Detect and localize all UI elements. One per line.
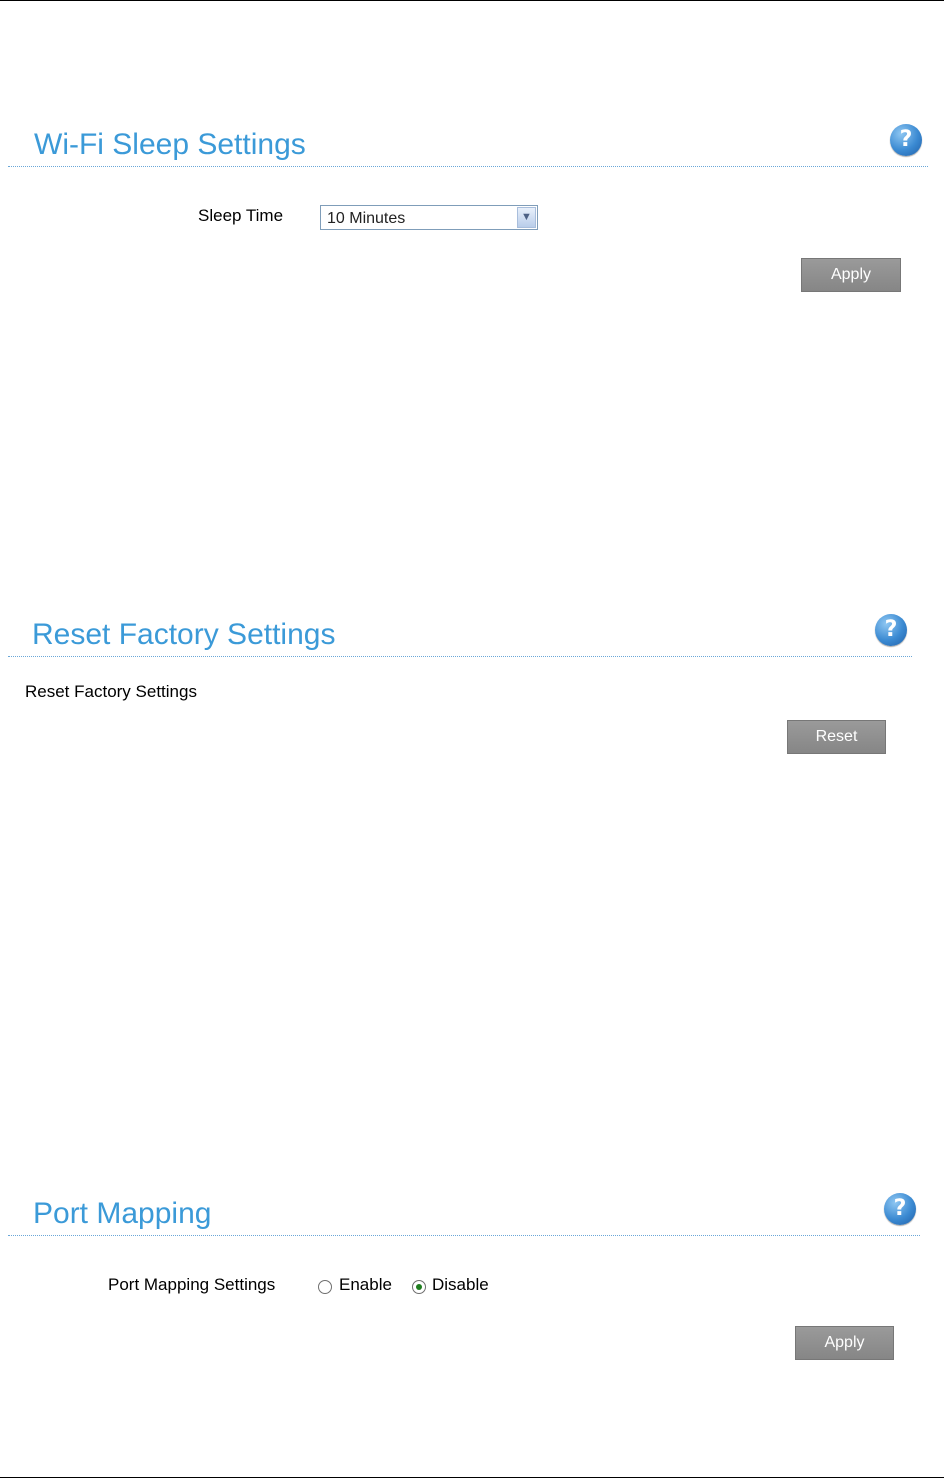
port-mapping-apply-button[interactable]: Apply: [795, 1326, 894, 1360]
reset-button[interactable]: Reset: [787, 720, 886, 754]
page-bottom-rule: [0, 1477, 944, 1478]
port-mapping-title: Port Mapping: [33, 1197, 212, 1230]
port-mapping-enable-radio[interactable]: [318, 1280, 332, 1294]
port-mapping-disable-radio[interactable]: [412, 1280, 426, 1294]
page-top-rule: [0, 0, 944, 1]
wifi-sleep-apply-button[interactable]: Apply: [801, 258, 901, 292]
sleep-time-value: 10 Minutes: [327, 210, 406, 227]
wifi-sleep-help-icon[interactable]: ?: [890, 124, 922, 156]
wifi-sleep-divider: [8, 166, 928, 167]
port-mapping-settings-label: Port Mapping Settings: [108, 1275, 276, 1294]
sleep-time-select[interactable]: 10 Minutes ▼: [320, 205, 538, 230]
port-mapping-disable-label[interactable]: Disable: [432, 1276, 489, 1293]
reset-factory-title: Reset Factory Settings: [32, 618, 336, 651]
port-mapping-help-icon[interactable]: ?: [884, 1193, 916, 1225]
reset-factory-description: Reset Factory Settings: [25, 682, 197, 701]
wifi-sleep-title: Wi-Fi Sleep Settings: [34, 128, 306, 161]
chevron-down-icon[interactable]: ▼: [517, 207, 536, 228]
reset-factory-help-icon[interactable]: ?: [875, 614, 907, 646]
port-mapping-enable-label[interactable]: Enable: [339, 1276, 392, 1293]
reset-factory-divider: [8, 656, 912, 657]
sleep-time-label: Sleep Time: [198, 206, 284, 225]
port-mapping-divider: [8, 1235, 920, 1236]
